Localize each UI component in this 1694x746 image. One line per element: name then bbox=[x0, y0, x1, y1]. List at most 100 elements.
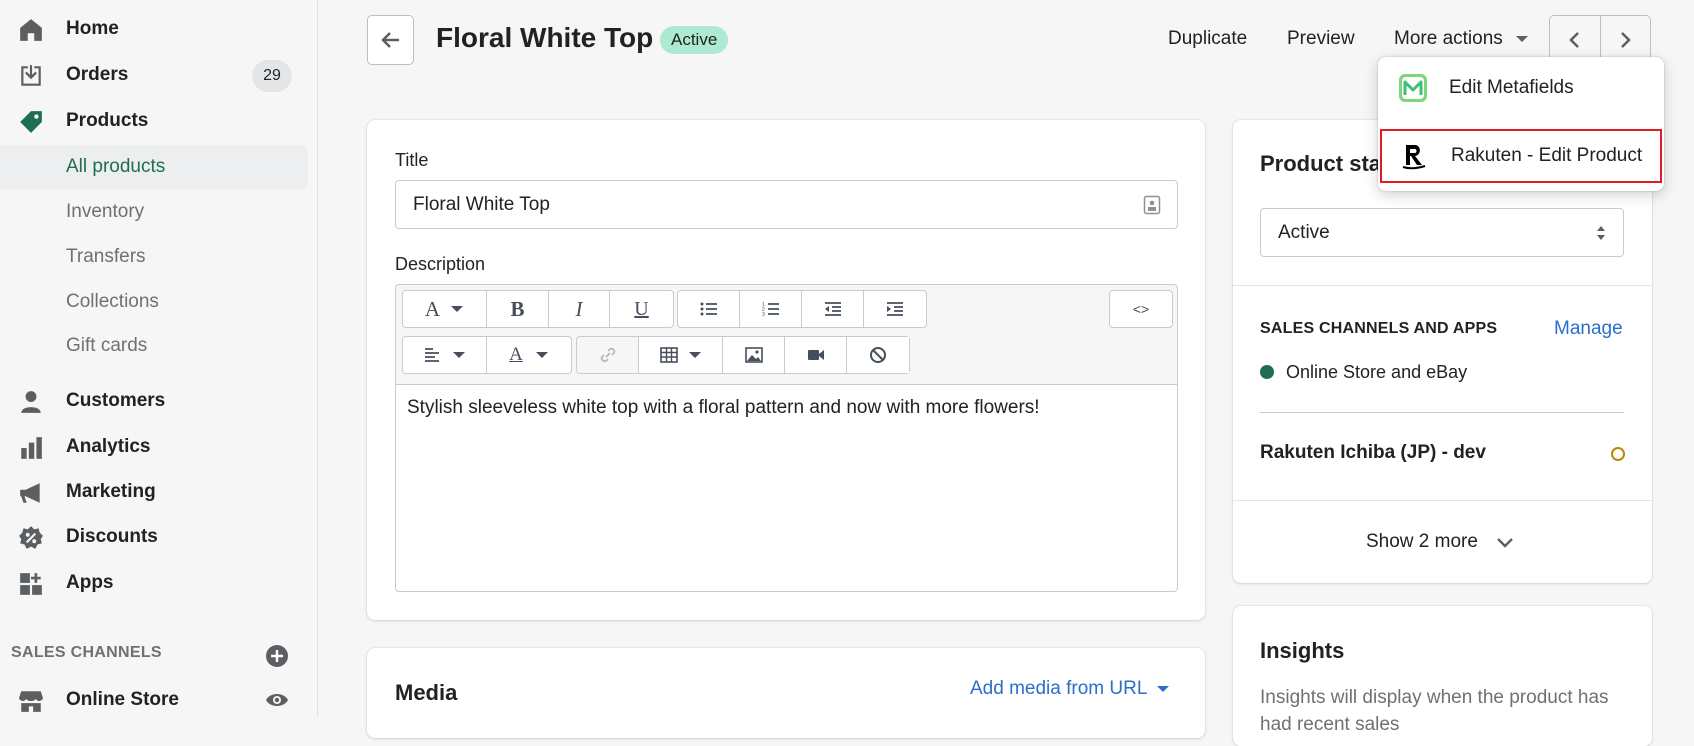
font-format-button[interactable]: A bbox=[403, 291, 487, 327]
image-button[interactable] bbox=[723, 337, 785, 373]
megaphone-icon bbox=[20, 483, 40, 503]
menu-item-rakuten-edit-product[interactable]: Rakuten - Edit Product bbox=[1380, 129, 1662, 183]
chevron-down-icon bbox=[1497, 538, 1513, 548]
bullet-list-icon bbox=[700, 302, 717, 316]
nav-gift-cards-label: Gift cards bbox=[66, 335, 148, 356]
orders-count-badge: 29 bbox=[252, 60, 292, 92]
metafields-app-icon bbox=[1399, 74, 1427, 102]
add-channel-icon[interactable] bbox=[265, 644, 289, 668]
text-color-icon: A bbox=[509, 344, 523, 365]
video-camera-icon bbox=[807, 350, 824, 360]
nav-home-label: Home bbox=[66, 18, 119, 39]
nav-inventory[interactable]: Inventory bbox=[0, 190, 308, 234]
back-button[interactable] bbox=[367, 15, 414, 65]
manage-channels-link[interactable]: Manage bbox=[1554, 318, 1623, 340]
divider bbox=[1260, 412, 1624, 413]
italic-button[interactable]: I bbox=[549, 291, 610, 327]
insert-group bbox=[576, 336, 910, 374]
insights-text: Insights will display when the product h… bbox=[1260, 687, 1609, 735]
more-actions-button[interactable]: More actions bbox=[1394, 28, 1531, 50]
align-color-group: A bbox=[402, 336, 572, 374]
product-status-select-value: Active bbox=[1278, 221, 1330, 243]
nav-products[interactable]: Products bbox=[0, 100, 308, 142]
tag-icon bbox=[20, 111, 42, 133]
html-group: <> bbox=[1109, 290, 1173, 328]
preview-button[interactable]: Preview bbox=[1287, 28, 1355, 50]
title-input[interactable]: Floral White Top bbox=[395, 180, 1178, 229]
title-label: Title bbox=[395, 150, 429, 170]
nav-marketing[interactable]: Marketing bbox=[0, 471, 308, 513]
numbered-list-icon: 123 bbox=[762, 302, 779, 317]
nav-discounts[interactable]: Discounts bbox=[0, 516, 308, 558]
nav-online-store[interactable]: Online Store bbox=[0, 679, 308, 721]
html-toggle-button[interactable]: <> bbox=[1110, 291, 1172, 327]
clear-format-button[interactable] bbox=[847, 337, 909, 373]
bar-chart-icon bbox=[21, 437, 42, 459]
nav-transfers[interactable]: Transfers bbox=[0, 235, 308, 279]
chevron-left-icon bbox=[1568, 32, 1579, 48]
list-group: 123 bbox=[677, 290, 927, 328]
text-color-button[interactable]: A bbox=[487, 337, 571, 373]
caret-down-icon bbox=[452, 352, 465, 358]
channel-rakuten-ichiba: Rakuten Ichiba (JP) - dev bbox=[1260, 442, 1486, 463]
format-group: A B I U bbox=[402, 290, 674, 328]
status-badge: Active bbox=[660, 26, 729, 54]
rakuten-logo-icon bbox=[1402, 145, 1426, 170]
apps-icon bbox=[20, 573, 42, 595]
menu-item-edit-metafields[interactable]: Edit Metafields bbox=[1378, 61, 1664, 115]
nav-customers[interactable]: Customers bbox=[0, 380, 308, 422]
nav-transfers-label: Transfers bbox=[66, 246, 146, 267]
caret-down-icon bbox=[451, 306, 464, 312]
nav-all-products[interactable]: All products bbox=[0, 145, 308, 189]
store-icon bbox=[19, 691, 43, 712]
nav-apps-label: Apps bbox=[66, 572, 114, 593]
eye-icon[interactable] bbox=[265, 690, 289, 710]
product-status-select[interactable]: Active bbox=[1260, 208, 1624, 257]
duplicate-button[interactable]: Duplicate bbox=[1168, 28, 1247, 50]
description-label: Description bbox=[395, 254, 486, 274]
nav-collections[interactable]: Collections bbox=[0, 280, 308, 324]
bold-button[interactable]: B bbox=[487, 291, 549, 327]
show-more-button[interactable]: Show 2 more bbox=[1366, 531, 1514, 553]
nav-inventory-label: Inventory bbox=[66, 201, 145, 222]
nav-customers-label: Customers bbox=[66, 390, 166, 411]
divider bbox=[1233, 285, 1652, 286]
nav-analytics[interactable]: Analytics bbox=[0, 426, 308, 468]
sidebar: Home Orders 29 Products All products Inv… bbox=[0, 0, 318, 717]
outdent-icon bbox=[824, 302, 841, 316]
table-icon bbox=[659, 347, 678, 363]
description-text: Stylish sleeveless white top with a flor… bbox=[407, 397, 1040, 418]
bullet-list-button[interactable] bbox=[678, 291, 740, 327]
channel-pending-dot bbox=[1611, 447, 1625, 461]
caret-down-icon bbox=[535, 352, 548, 358]
indent-button[interactable] bbox=[864, 291, 926, 327]
nav-home[interactable]: Home bbox=[0, 8, 308, 50]
nav-online-store-label: Online Store bbox=[66, 689, 179, 710]
page-title: Floral White Top bbox=[436, 22, 654, 53]
home-icon bbox=[20, 19, 42, 41]
add-media-url-button[interactable]: Add media from URL bbox=[970, 678, 1171, 700]
caret-down-icon bbox=[1157, 686, 1170, 692]
table-button[interactable] bbox=[639, 337, 723, 373]
video-button[interactable] bbox=[785, 337, 847, 373]
discount-icon bbox=[19, 526, 43, 549]
menu-item-edit-metafields-label: Edit Metafields bbox=[1449, 77, 1574, 98]
nav-marketing-label: Marketing bbox=[66, 481, 156, 502]
show-more-label: Show 2 more bbox=[1366, 531, 1478, 552]
nav-apps[interactable]: Apps bbox=[0, 562, 308, 604]
outdent-button[interactable] bbox=[802, 291, 864, 327]
description-editor[interactable]: Stylish sleeveless white top with a flor… bbox=[395, 384, 1178, 592]
link-button[interactable] bbox=[577, 337, 639, 373]
chevron-right-icon bbox=[1621, 32, 1632, 48]
nav-gift-cards[interactable]: Gift cards bbox=[0, 324, 308, 368]
nav-orders-label: Orders bbox=[66, 64, 129, 85]
more-actions-menu: Edit Metafields Rakuten - Edit Product bbox=[1378, 57, 1664, 191]
underline-button[interactable]: U bbox=[610, 291, 673, 327]
indent-icon bbox=[887, 302, 903, 316]
numbered-list-button[interactable]: 123 bbox=[740, 291, 802, 327]
align-button[interactable] bbox=[403, 337, 487, 373]
title-input-value: Floral White Top bbox=[413, 193, 550, 215]
nav-orders[interactable]: Orders 29 bbox=[0, 54, 308, 96]
orders-icon bbox=[21, 65, 41, 86]
more-actions-label: More actions bbox=[1394, 28, 1503, 49]
